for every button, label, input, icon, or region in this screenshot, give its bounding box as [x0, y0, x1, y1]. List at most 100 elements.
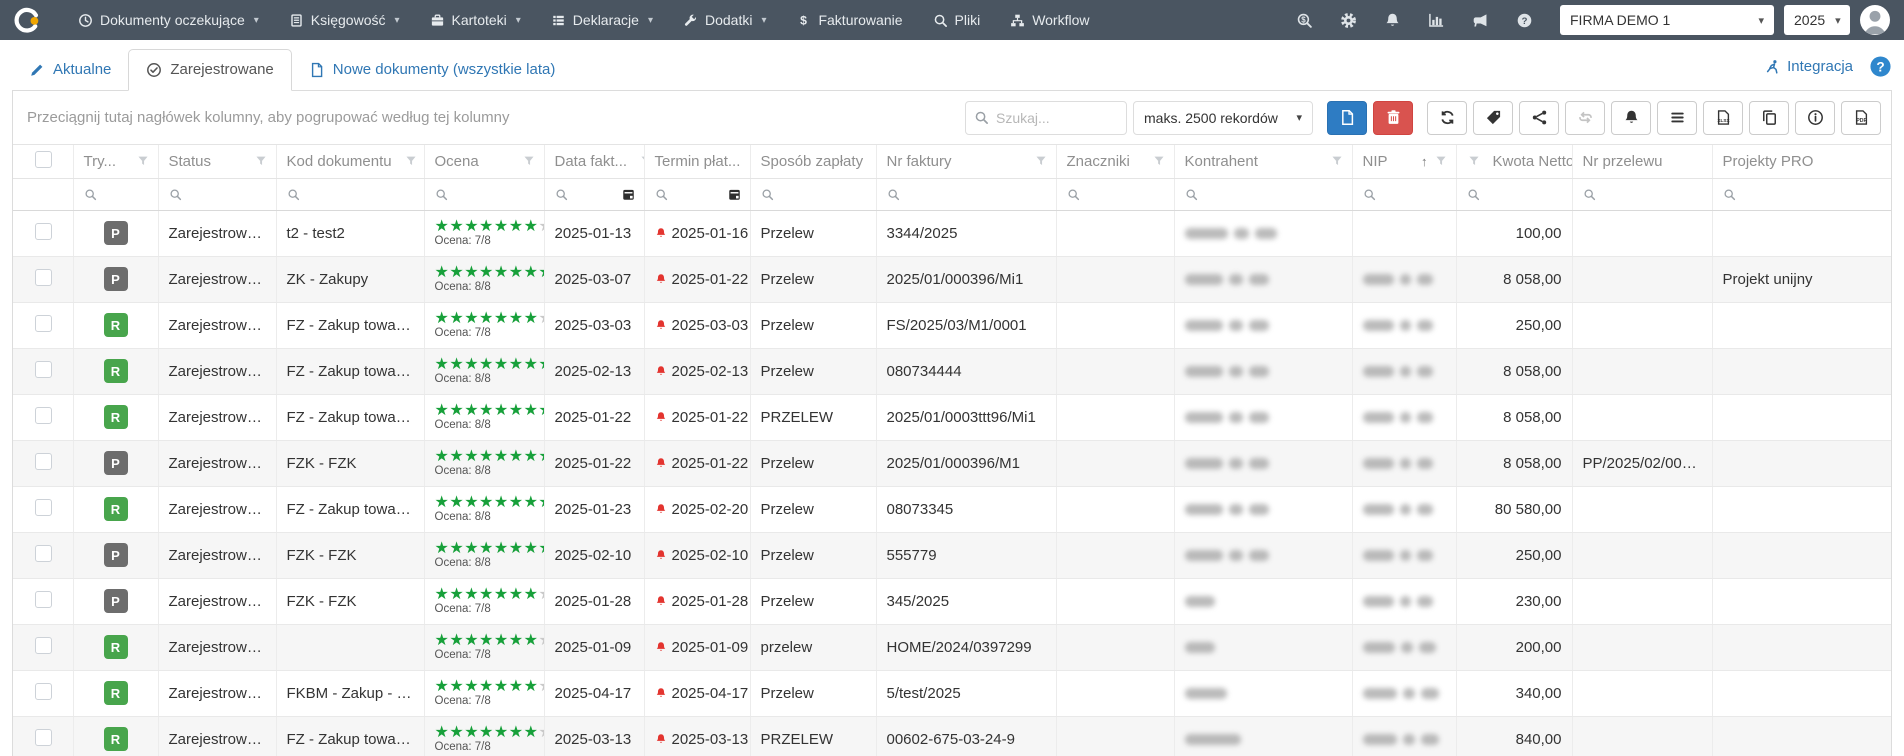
table-row[interactable]: PZarejestrowaneFZK - FZK★★★★★★★★Ocena: 8… — [13, 532, 1891, 579]
table-row[interactable]: PZarejestrowanet2 - test2★★★★★★★★Ocena: … — [13, 210, 1891, 257]
filter-cell-kod[interactable] — [276, 178, 425, 211]
row-checkbox[interactable] — [35, 498, 52, 516]
column-header-kod[interactable]: Kod dokumentu — [276, 145, 425, 179]
filter-cell-termin[interactable] — [644, 178, 751, 211]
filter-funnel-icon[interactable] — [639, 154, 643, 168]
column-header-nr[interactable]: Nr faktury — [876, 145, 1057, 179]
filter-cell-data[interactable] — [544, 178, 645, 211]
row-checkbox[interactable] — [35, 682, 52, 700]
tab-aktualne[interactable]: Aktualne — [12, 50, 128, 90]
delete-button[interactable] — [1373, 100, 1413, 135]
search-icon[interactable] — [1363, 188, 1376, 201]
search-icon[interactable] — [655, 188, 668, 201]
column-header-kontrahent[interactable]: Kontrahent — [1174, 145, 1353, 179]
money-search-icon[interactable]: $ — [1296, 12, 1313, 29]
filter-cell-kwota[interactable] — [1456, 178, 1573, 211]
notifications-button[interactable] — [1611, 100, 1651, 135]
column-header-znaczniki[interactable]: Znaczniki — [1056, 145, 1175, 179]
table-row[interactable]: R Zarejestrowane FZ - Zakup towarow ★★★★★★★… — [13, 302, 1891, 349]
menu-item-workflow[interactable]: Workflow — [995, 0, 1104, 40]
filter-cell-kontrahent[interactable] — [1174, 178, 1353, 211]
filter-funnel-icon[interactable] — [1034, 154, 1048, 168]
menu-item-deklaracje[interactable]: Deklaracje ▾ — [536, 0, 668, 40]
filter-cell-znaczniki[interactable] — [1056, 178, 1175, 211]
info-button[interactable] — [1795, 100, 1835, 135]
row-checkbox[interactable] — [35, 360, 52, 378]
column-header-ocena[interactable]: Ocena — [424, 145, 545, 179]
filter-funnel-icon[interactable] — [404, 154, 418, 168]
calendar-icon[interactable] — [727, 187, 742, 202]
column-header-nip[interactable]: NIP ↑ — [1352, 145, 1457, 179]
search-icon[interactable] — [435, 188, 448, 201]
menu-item-pliki[interactable]: Pliki — [918, 0, 996, 40]
table-row[interactable]: PZarejestrowaneZK - Zakupy★★★★★★★★Ocena:… — [13, 256, 1891, 303]
filter-cell-przelew[interactable] — [1572, 178, 1713, 211]
tab-zarejestrowane[interactable]: Zarejestrowane — [128, 49, 292, 91]
filter-funnel-icon[interactable] — [1152, 154, 1166, 168]
search-icon[interactable] — [84, 188, 97, 201]
column-header-sposob[interactable]: Sposób zapłaty — [750, 145, 877, 179]
export-xlsx-button[interactable]: XLSX — [1703, 100, 1743, 135]
company-select[interactable]: FIRMA DEMO 1 ▾ — [1560, 5, 1774, 35]
filter-cell-nip[interactable] — [1352, 178, 1457, 211]
search-icon[interactable] — [1067, 188, 1080, 201]
column-header-przelew[interactable]: Nr przelewu — [1572, 145, 1713, 179]
search-icon[interactable] — [287, 188, 300, 201]
search-icon[interactable] — [887, 188, 900, 201]
search-icon[interactable] — [1185, 188, 1198, 201]
row-checkbox[interactable] — [35, 268, 52, 286]
filter-funnel-icon[interactable] — [254, 154, 268, 168]
calendar-icon[interactable] — [621, 187, 636, 202]
column-header-termin[interactable]: Termin płat... — [644, 145, 751, 179]
row-checkbox[interactable] — [35, 590, 52, 608]
year-select[interactable]: 2025 ▾ — [1784, 5, 1850, 35]
filter-cell-nr[interactable] — [876, 178, 1057, 211]
table-row[interactable]: PZarejestrowaneFZK - FZK★★★★★★★★Ocena: 8… — [13, 440, 1891, 487]
menu-item-dokumenty-oczekuj-ce[interactable]: Dokumenty oczekujące ▾ — [63, 0, 274, 40]
row-checkbox[interactable] — [35, 314, 52, 332]
menu-button[interactable] — [1657, 100, 1697, 135]
menu-item-dodatki[interactable]: Dodatki ▾ — [668, 0, 782, 40]
search-icon[interactable] — [1467, 188, 1480, 201]
search-icon[interactable] — [1723, 188, 1736, 201]
gear-icon[interactable] — [1340, 12, 1357, 29]
select-all-checkbox[interactable] — [35, 150, 52, 168]
menu-item-ksi-gowo-[interactable]: Księgowość ▾ — [274, 0, 415, 40]
filter-cell-sposob[interactable] — [750, 178, 877, 211]
tags-button[interactable] — [1473, 100, 1513, 135]
column-header-status[interactable]: Status — [158, 145, 277, 179]
search-icon[interactable] — [1583, 188, 1596, 201]
bell-icon[interactable] — [1384, 12, 1401, 29]
tab-nowe-dokumenty-wszystkie-lata-[interactable]: Nowe dokumenty (wszystkie lata) — [292, 50, 573, 90]
records-limit-select[interactable]: maks. 2500 rekordów ▾ — [1133, 100, 1313, 135]
table-row[interactable]: RZarejestrowane★★★★★★★★Ocena: 7/82025-01… — [13, 624, 1891, 671]
search-icon[interactable] — [761, 188, 774, 201]
search-icon[interactable] — [169, 188, 182, 201]
repeat-button[interactable] — [1565, 100, 1605, 135]
copy-button[interactable] — [1749, 100, 1789, 135]
help-icon[interactable]: ? — [1869, 55, 1892, 78]
row-checkbox[interactable] — [35, 406, 52, 424]
filter-cell-status[interactable] — [158, 178, 277, 211]
table-row[interactable]: R Zarejestrowane FZ - Zakup towarow ★★★★★★★… — [13, 716, 1891, 756]
row-checkbox[interactable] — [35, 544, 52, 562]
chart-icon[interactable] — [1428, 12, 1445, 29]
row-checkbox[interactable] — [35, 636, 52, 654]
table-row[interactable]: RZarejestrowaneFKBM - Zakup - koszt...★★… — [13, 670, 1891, 717]
menu-item-kartoteki[interactable]: Kartoteki ▾ — [415, 0, 536, 40]
share-button[interactable] — [1519, 100, 1559, 135]
column-header-tryb[interactable]: Try... — [73, 145, 159, 179]
filter-funnel-icon[interactable] — [1330, 154, 1344, 168]
help-icon[interactable]: ? — [1516, 12, 1533, 29]
column-header-data[interactable]: Data fakt... — [544, 145, 645, 179]
filter-cell-ocena[interactable] — [424, 178, 545, 211]
sort-ascending-icon[interactable]: ↑ — [1421, 154, 1428, 169]
menu-item-fakturowanie[interactable]: $ Fakturowanie — [781, 0, 917, 40]
filter-funnel-icon[interactable] — [1467, 154, 1481, 168]
search-icon[interactable] — [555, 188, 568, 201]
table-row[interactable]: R Zarejestrowane FZ - Zakup towarow ★★★★★★★… — [13, 394, 1891, 441]
row-checkbox[interactable] — [35, 728, 52, 746]
filter-funnel-icon[interactable] — [522, 154, 536, 168]
row-checkbox[interactable] — [35, 452, 52, 470]
refresh-button[interactable] — [1427, 100, 1467, 135]
